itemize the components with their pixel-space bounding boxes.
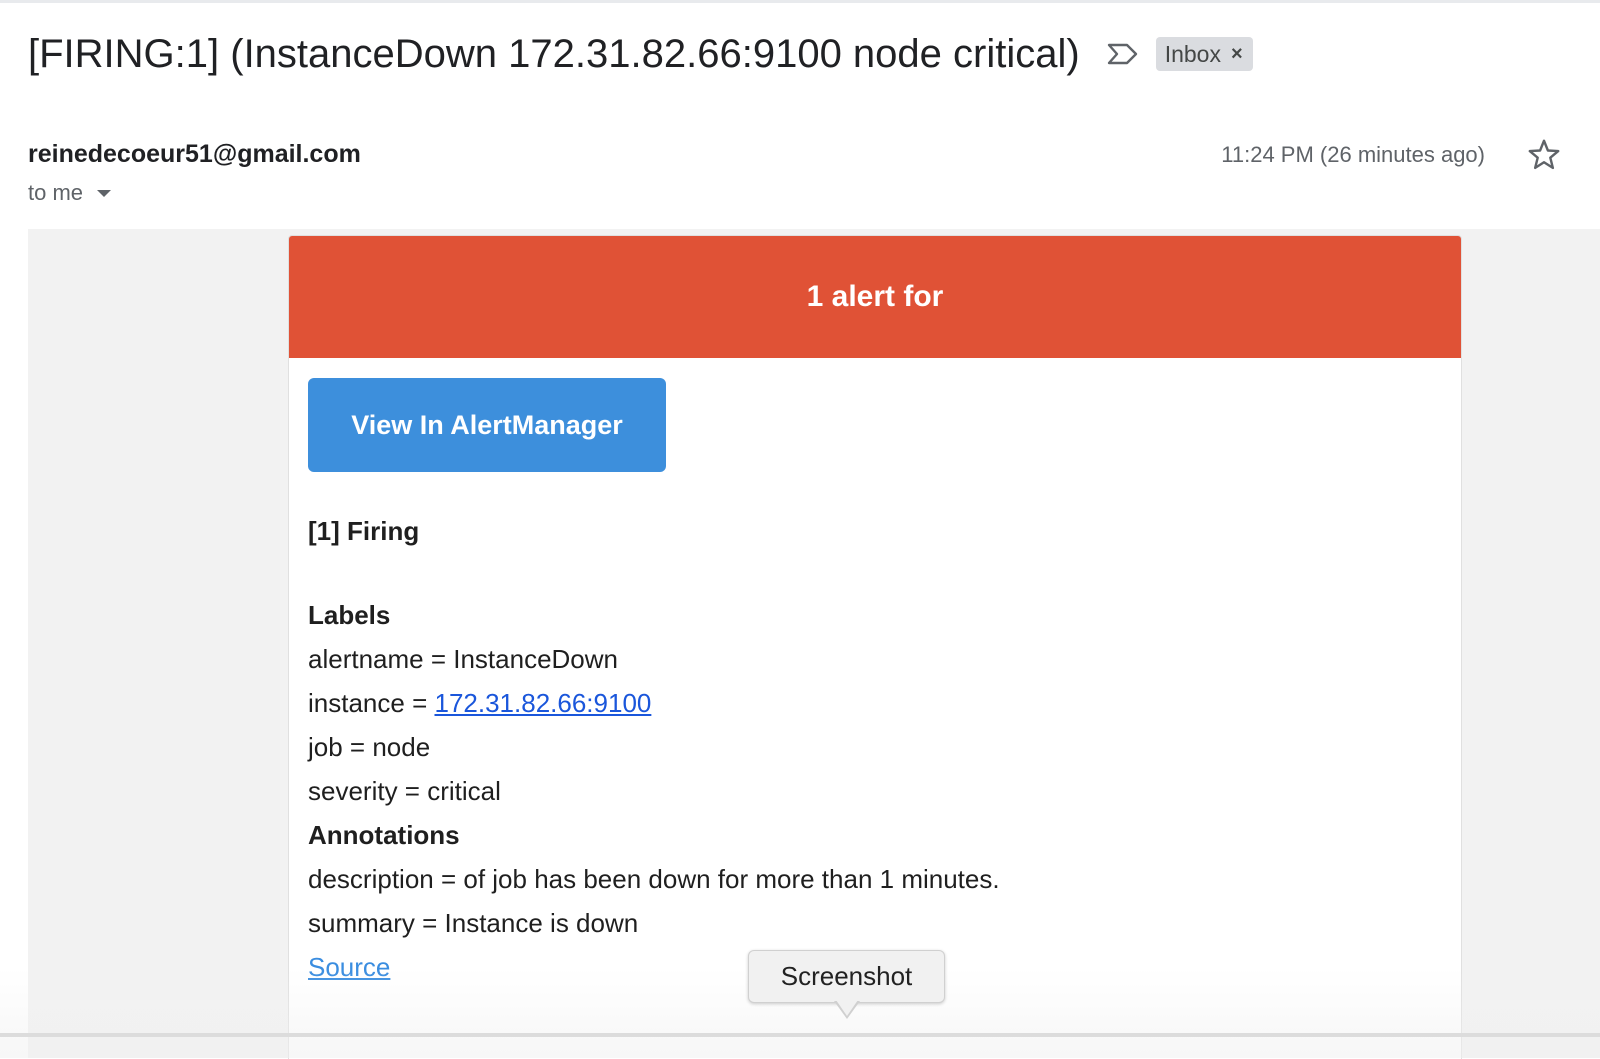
- label-job: job = node: [308, 732, 431, 762]
- annotations-heading: Annotations: [308, 820, 460, 850]
- top-divider: [0, 0, 1600, 3]
- recipient-text: to me: [28, 180, 84, 205]
- dropdown-caret-icon[interactable]: [97, 189, 112, 197]
- remove-label-icon[interactable]: ×: [1231, 44, 1243, 64]
- annotation-description: description = of job has been down for m…: [308, 864, 1000, 894]
- label-instance: instance = 172.31.82.66:9100: [308, 688, 651, 719]
- email-timestamp: 11:24 PM (26 minutes ago): [1221, 142, 1485, 167]
- alert-header: 1 alert for: [289, 236, 1461, 358]
- label-severity: severity = critical: [308, 776, 501, 806]
- tooltip-arrow-inner: [836, 1000, 858, 1016]
- firing-title: [1] Firing: [308, 516, 420, 546]
- annotation-summary: summary = Instance is down: [308, 908, 639, 938]
- bottom-edge: [0, 1033, 1600, 1037]
- sender-address[interactable]: reinedecoeur51@gmail.com: [28, 140, 361, 169]
- subject-row: [FIRING:1] (InstanceDown 172.31.82.66:91…: [28, 26, 1253, 82]
- label-chip-text: Inbox: [1164, 40, 1221, 67]
- alert-card: 1 alert for View In AlertManager [1] Fir…: [288, 235, 1462, 1059]
- star-icon[interactable]: [1526, 137, 1562, 173]
- label-instance-key: instance =: [308, 688, 435, 718]
- inbox-label-chip[interactable]: Inbox ×: [1155, 37, 1253, 71]
- labels-heading: Labels: [308, 600, 391, 630]
- email-subject: [FIRING:1] (InstanceDown 172.31.82.66:91…: [28, 32, 1080, 76]
- recipient-details[interactable]: to me: [28, 180, 112, 206]
- view-in-alertmanager-button[interactable]: View In AlertManager: [308, 378, 666, 472]
- importance-marker-icon[interactable]: [1106, 41, 1140, 67]
- screenshot-tooltip: Screenshot: [748, 950, 945, 1003]
- source-link[interactable]: Source: [308, 952, 390, 982]
- label-alertname: alertname = InstanceDown: [308, 644, 619, 674]
- source-link-row: Source: [308, 952, 390, 983]
- instance-link[interactable]: 172.31.82.66:9100: [434, 688, 651, 718]
